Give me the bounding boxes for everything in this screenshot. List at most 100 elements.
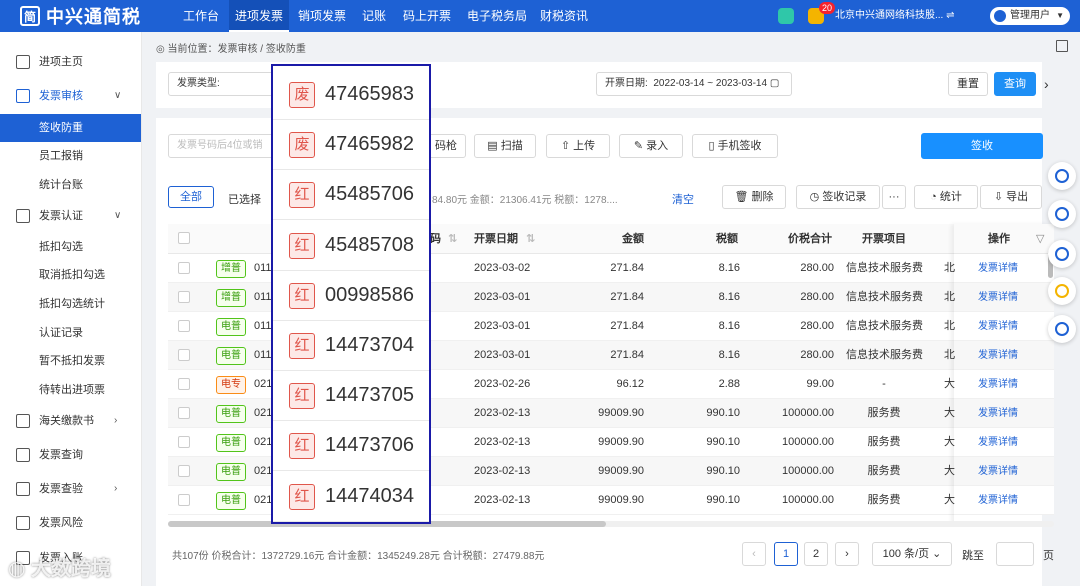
highlight-item: 红 00998586: [273, 271, 429, 321]
date-range-picker[interactable]: 开票日期: 2022-03-14 ~ 2023-03-14 ▢: [596, 72, 792, 96]
tax-cell: 990.10: [706, 465, 740, 477]
tax-cell: 990.10: [706, 436, 740, 448]
tax-cell: 990.10: [706, 407, 740, 419]
col-date[interactable]: 开票日期: [474, 224, 518, 254]
invoice-no-cell: 021: [254, 465, 273, 477]
query-button[interactable]: 查询: [994, 72, 1036, 96]
user-menu[interactable]: 管理用户 ▼: [990, 7, 1070, 25]
highlight-item: 红 14474034: [273, 472, 429, 522]
reset-button[interactable]: 重置: [948, 72, 988, 96]
sidebar-item-customs[interactable]: 海关缴款书 ›: [0, 407, 141, 435]
amount-cell: 271.84: [610, 349, 644, 361]
nav-bookkeeping[interactable]: 记账: [362, 0, 386, 32]
scan-code-button[interactable]: 码枪: [426, 134, 466, 158]
next-page-button[interactable]: ›: [835, 542, 859, 566]
date-cell: 2023-02-13: [474, 465, 531, 477]
phone-support-icon[interactable]: [1048, 162, 1076, 190]
sidebar-item-home[interactable]: 进项主页: [0, 48, 141, 76]
swap-icon[interactable]: ⇌: [946, 10, 954, 21]
invoice-no-cell: 021: [254, 378, 273, 390]
select-all-checkbox[interactable]: [178, 232, 190, 244]
nav-e-tax-bureau[interactable]: 电子税务局: [467, 0, 527, 32]
row-checkbox[interactable]: [178, 407, 190, 419]
sidebar-item-cert-record[interactable]: 认证记录: [0, 319, 141, 347]
page-size-select[interactable]: 100 条/页 ⌄: [872, 542, 952, 566]
watermark: ◍ 大数跨境: [8, 558, 112, 580]
sidebar-item-deduct-stats[interactable]: 抵扣勾选统计: [0, 290, 141, 318]
row-checkbox[interactable]: [178, 436, 190, 448]
breadcrumb: ◎ 当前位置：发票审核 / 签收防重: [156, 44, 306, 55]
export-button[interactable]: ⇩ 导出: [980, 185, 1042, 209]
row-checkbox[interactable]: [178, 291, 190, 303]
upload-button[interactable]: ⇧ 上传: [546, 134, 610, 158]
nav-input-invoice[interactable]: 进项发票: [229, 0, 290, 32]
nav-code-invoicing[interactable]: 码上开票: [403, 0, 451, 32]
nav-output-invoice[interactable]: 销项发票: [298, 0, 346, 32]
sort-icon[interactable]: ⇅: [526, 224, 535, 254]
search-doc-icon: [16, 482, 30, 496]
comment-icon[interactable]: [1048, 315, 1076, 343]
invoice-no-cell: 011: [254, 349, 272, 361]
invoice-type-select[interactable]: 发票类型:: [168, 72, 278, 96]
total-cell: 100000.00: [782, 465, 834, 477]
headset-icon[interactable]: [1048, 200, 1076, 228]
chat-icon[interactable]: [1048, 240, 1076, 268]
sidebar-item-sign-defense[interactable]: 签收防重: [0, 114, 141, 142]
search-input[interactable]: 发票号码后4位或销: [168, 134, 278, 158]
invoice-number-highlight: 废 47465983 废 47465982 红 45485706 红 45485708 红 009…: [271, 64, 431, 524]
sidebar-item-invoice-risk[interactable]: 发票风险: [0, 509, 141, 537]
row-checkbox[interactable]: [178, 262, 190, 274]
sidebar-item-staff-reimburse[interactable]: 员工报销: [0, 142, 141, 170]
sidebar-item-deduct-check[interactable]: 抵扣勾选: [0, 233, 141, 261]
highlight-item: 废 47465983: [273, 70, 429, 120]
date-cell: 2023-02-13: [474, 407, 531, 419]
sort-icon[interactable]: ⇅: [448, 224, 457, 254]
export-icon: ⇩: [993, 191, 1007, 203]
sidebar-item-stat-ledger[interactable]: 统计台账: [0, 171, 141, 199]
chevron-right-icon[interactable]: ›: [1044, 76, 1049, 92]
coin-icon[interactable]: [1048, 277, 1076, 305]
highlight-item: 红 14473704: [273, 321, 429, 371]
sidebar-item-no-deduct[interactable]: 暂不抵扣发票: [0, 347, 141, 375]
row-checkbox[interactable]: [178, 349, 190, 361]
sidebar-item-cancel-deduct[interactable]: 取消抵扣勾选: [0, 261, 141, 289]
stats-button[interactable]: ◔ 统计: [914, 185, 978, 209]
fullscreen-icon[interactable]: [1056, 40, 1068, 52]
item-cell: 服务费: [867, 494, 901, 506]
sign-button[interactable]: 签收: [921, 133, 1043, 159]
entry-button[interactable]: ✎ 录入: [619, 134, 683, 158]
row-checkbox[interactable]: [178, 320, 190, 332]
app-switch-icon[interactable]: [778, 8, 794, 24]
notification-badge: 20: [819, 2, 836, 14]
more-button[interactable]: ···: [882, 185, 906, 209]
delete-button[interactable]: 🗑 删除: [722, 185, 786, 209]
company-name[interactable]: 北京中兴通网络科技股... ⇌: [835, 0, 955, 32]
row-checkbox[interactable]: [178, 494, 190, 506]
clear-link[interactable]: 清空: [672, 191, 694, 207]
tab-all[interactable]: 全部: [168, 186, 214, 208]
sidebar: 进项主页 发票审核 ∨ 签收防重 员工报销 统计台账 发票认证 ∨ 抵扣勾选 取消抵…: [0, 32, 142, 586]
sidebar-item-invoice-check[interactable]: 发票查验 ›: [0, 475, 141, 503]
nav-workbench[interactable]: 工作台: [183, 0, 219, 32]
amount-cell: 99009.90: [598, 494, 644, 506]
invoice-no-cell: 011: [254, 262, 272, 274]
item-cell: 服务费: [867, 465, 901, 477]
sidebar-item-invoice-review[interactable]: 发票审核 ∨: [0, 82, 141, 110]
scan-button[interactable]: ▤ 扫描: [474, 134, 536, 158]
mobile-sign-button[interactable]: ▯ 手机签收: [692, 134, 778, 158]
goto-page-input[interactable]: [996, 542, 1034, 566]
sidebar-item-pending-transfer[interactable]: 待转出进项票: [0, 376, 141, 404]
invoice-no-cell: 011: [254, 320, 272, 332]
row-checkbox[interactable]: [178, 465, 190, 477]
row-checkbox[interactable]: [178, 378, 190, 390]
col-no[interactable]: 码: [430, 224, 441, 254]
page-2-button[interactable]: 2: [804, 542, 828, 566]
sign-record-button[interactable]: ◷ 签收记录: [796, 185, 880, 209]
page-1-button[interactable]: 1: [774, 542, 798, 566]
sidebar-item-invoice-cert[interactable]: 发票认证 ∨: [0, 202, 141, 230]
status-tag: 红: [289, 383, 315, 410]
app-logo[interactable]: 简 中兴通简税: [20, 4, 141, 28]
prev-page-button[interactable]: ‹: [742, 542, 766, 566]
nav-tax-news[interactable]: 财税资讯: [540, 0, 588, 32]
sidebar-item-invoice-query[interactable]: 发票查询: [0, 441, 141, 469]
